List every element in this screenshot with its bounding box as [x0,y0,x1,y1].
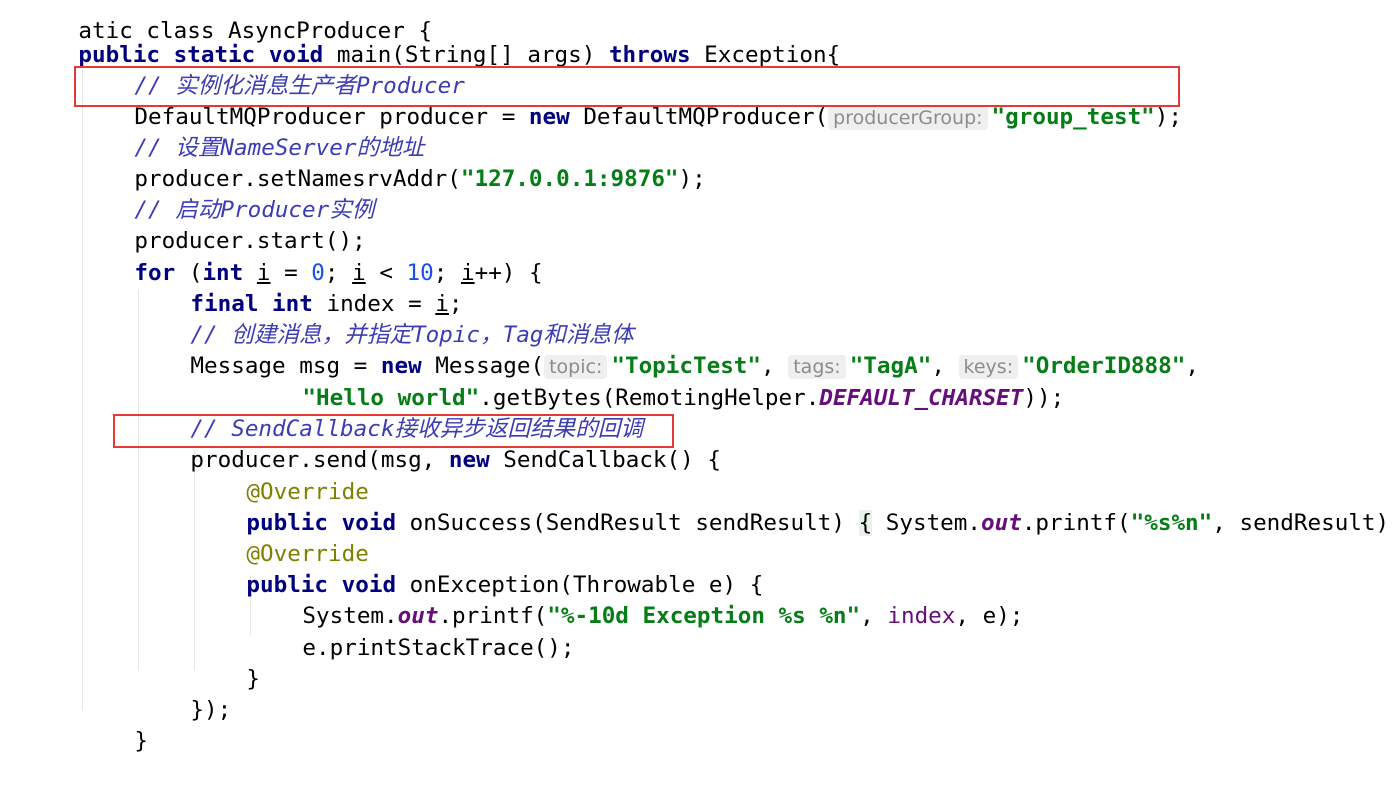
code-text: , [860,603,888,629]
code-line[interactable]: } [192,633,260,692]
code-text: , [1185,353,1199,379]
code-line[interactable]: // SendCallback接收异步返回结果的回调 [136,383,643,442]
code-line[interactable]: for (int i = 0; i < 10; i++) { [80,227,542,286]
code-line[interactable]: public void onSuccess(SendResult sendRes… [192,477,1393,536]
code-line[interactable]: Message msg = new Message(topic: "TopicTe… [136,320,1199,379]
code-text: ++) { [474,260,543,286]
code-line[interactable]: final int index = i; [136,258,462,317]
code-text: }); [190,697,232,723]
code-editor[interactable]: atic class AsyncProducer { public static… [0,0,1393,754]
highlight-box-send [113,414,674,448]
variable: i [460,260,475,286]
code-text: )); [1023,385,1065,411]
highlight-box-producer [74,66,1180,107]
code-text: System. [872,510,981,536]
code-text: e.printStackTrace(); [302,635,575,661]
code-text: SendCallback() { [489,447,721,473]
code-line[interactable]: public static void main(String[] args) t… [24,9,840,68]
code-text: } [246,666,261,692]
parameter-hint: producerGroup: [828,106,988,130]
code-line[interactable]: producer.start(); [80,195,365,254]
code-line[interactable]: @Override [192,446,368,505]
code-text: , sendResult); [1212,510,1393,536]
code-line[interactable]: } [80,695,148,754]
code-text: ); [678,166,706,192]
string-literal: "%s%n" [1130,510,1213,536]
code-line[interactable]: producer.setNamesrvAddr("127.0.0.1:9876"… [80,133,705,192]
code-line[interactable]: // 启动Producer实例 [80,164,374,223]
string-literal: "%-10d Exception %s %n" [547,603,861,629]
captured-variable: index [887,603,956,629]
static-field: out [981,510,1022,536]
keyword: throws [608,42,691,68]
code-text: DefaultMQProducer( [569,104,829,130]
keyword: new [528,104,570,130]
code-text: , e); [955,603,1024,629]
code-line[interactable]: }); [136,664,231,723]
code-text: ); [1154,104,1182,130]
constant-field: DEFAULT_CHARSET [819,385,1024,411]
keyword: new [448,447,490,473]
code-text: Exception{ [690,42,841,68]
code-line[interactable]: // 创建消息，并指定Topic，Tag和消息体 [136,289,633,348]
code-line[interactable]: e.printStackTrace(); [248,602,574,661]
code-text: .printf( [1021,510,1131,536]
folded-brace[interactable]: { [858,510,873,536]
string-literal: "group_test" [991,104,1155,130]
code-text: } [134,728,149,754]
code-text: onSuccess(SendResult sendResult) [396,510,859,536]
code-line[interactable]: @Override [192,508,368,567]
code-line[interactable]: System.out.printf("%-10d Exception %s %n… [248,570,1023,629]
code-line[interactable]: "Hello world".getBytes(RemotingHelper.DE… [248,352,1064,411]
code-line[interactable]: public void onException(Throwable e) { [192,539,763,598]
string-literal: "127.0.0.1:9876" [460,166,679,192]
